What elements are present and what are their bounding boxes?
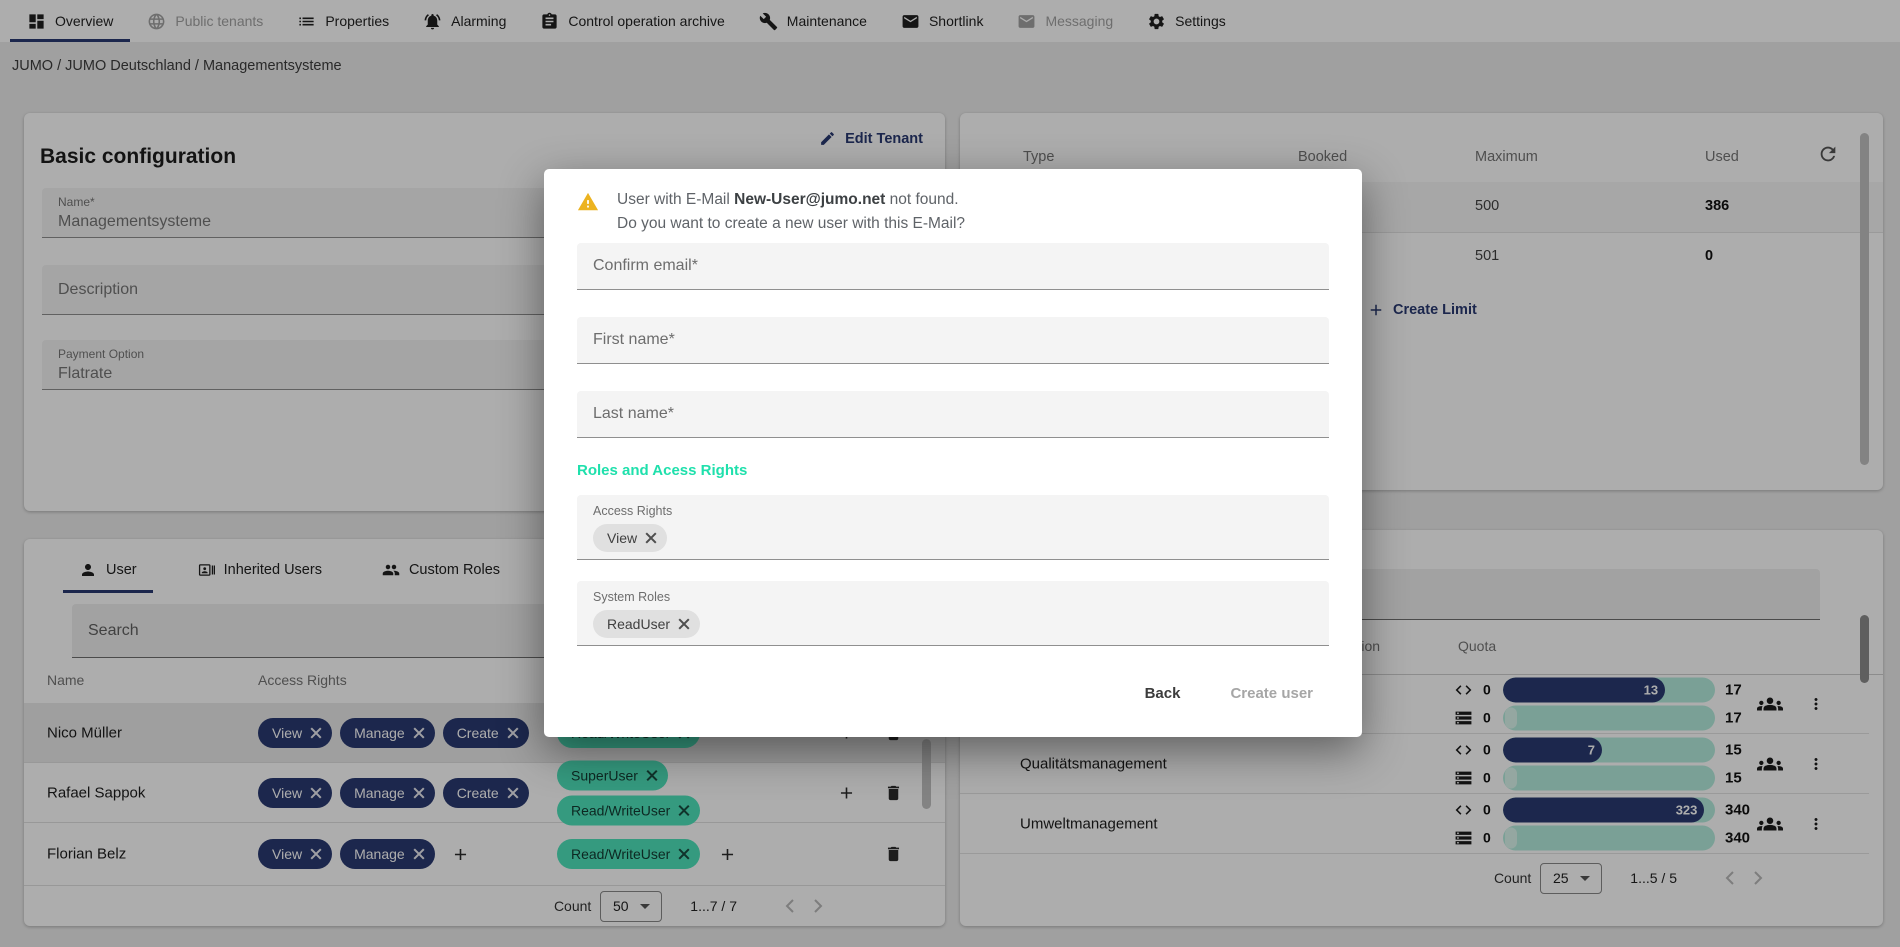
chip-row: View [593, 524, 1313, 552]
back-button[interactable]: Back [1143, 681, 1183, 706]
chip-row: ReadUser [593, 610, 1313, 638]
warning-line1-suffix: not found. [885, 191, 958, 208]
first-name-field[interactable]: First name* [577, 317, 1329, 364]
field-placeholder: First name* [593, 331, 675, 349]
warning-message: User with E-Mail New-User@jumo.net not f… [576, 188, 965, 236]
section-heading: Roles and Acess Rights [577, 462, 747, 479]
field-label: Access Rights [593, 504, 1313, 518]
field-label: System Roles [593, 590, 1313, 604]
warning-icon [576, 188, 600, 236]
warning-text: User with E-Mail New-User@jumo.net not f… [617, 188, 965, 236]
field-placeholder: Last name* [593, 405, 674, 423]
close-icon[interactable] [678, 618, 690, 630]
confirm-email-field[interactable]: Confirm email* [577, 243, 1329, 290]
dialog-actions: Back Create user [1143, 681, 1315, 706]
system-roles-select[interactable]: System Roles ReadUser [577, 581, 1329, 646]
field-placeholder: Confirm email* [593, 257, 698, 275]
chip-label: View [607, 530, 637, 546]
create-user-button[interactable]: Create user [1228, 681, 1315, 706]
chip-label: ReadUser [607, 616, 670, 632]
role-chip[interactable]: ReadUser [593, 610, 700, 638]
create-user-dialog: User with E-Mail New-User@jumo.net not f… [544, 169, 1362, 737]
access-rights-select[interactable]: Access Rights View [577, 495, 1329, 560]
warning-line2: Do you want to create a new user with th… [617, 212, 965, 236]
access-chip[interactable]: View [593, 524, 667, 552]
warning-email: New-User@jumo.net [734, 191, 885, 208]
close-icon[interactable] [645, 532, 657, 544]
last-name-field[interactable]: Last name* [577, 391, 1329, 438]
warning-line1-prefix: User with E-Mail [617, 191, 734, 208]
